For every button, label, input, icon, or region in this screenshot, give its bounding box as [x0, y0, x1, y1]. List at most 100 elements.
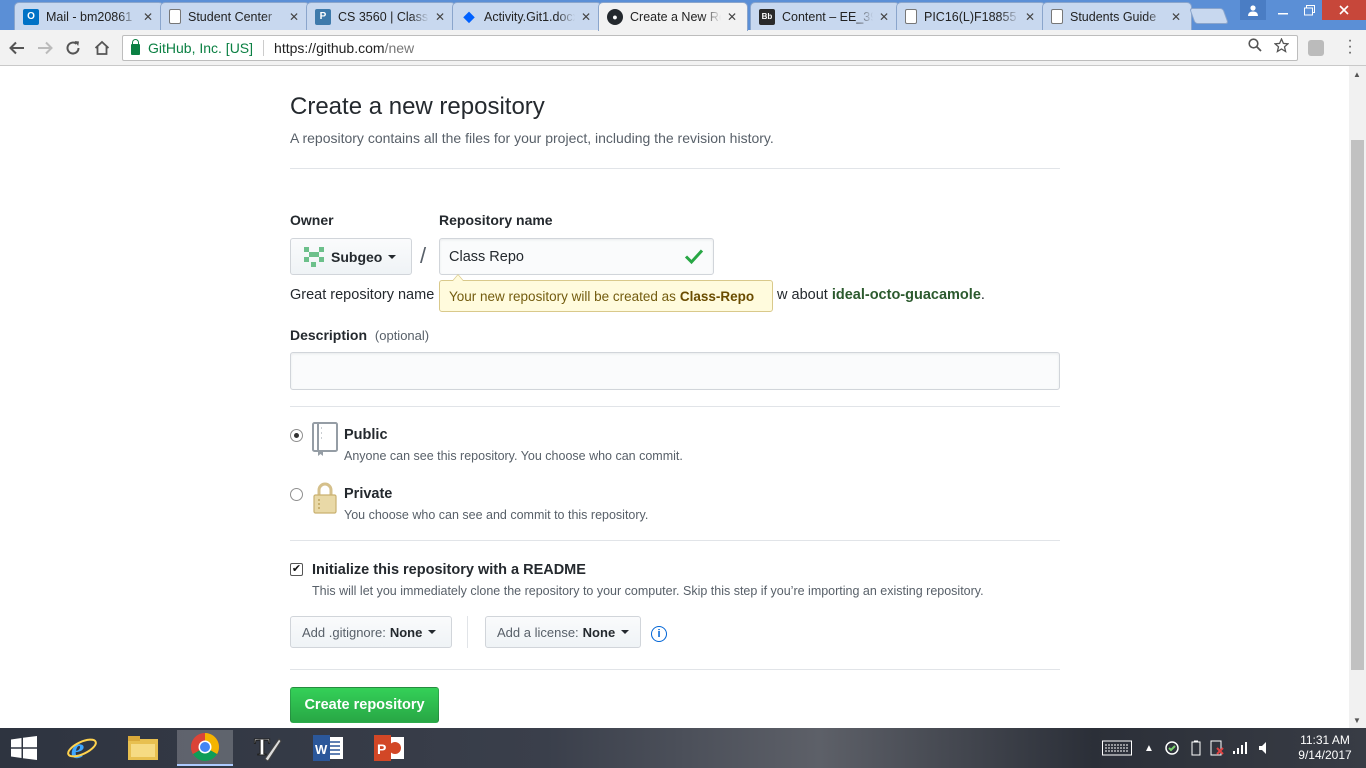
home-icon[interactable]	[91, 37, 113, 59]
file-explorer-icon[interactable]	[115, 730, 171, 766]
public-note: Anyone can see this repository. You choo…	[344, 449, 683, 463]
tab-title: Student Center	[188, 9, 273, 24]
extension-icon[interactable]	[1308, 40, 1324, 56]
gitignore-select-button[interactable]: Add .gitignore: None	[290, 616, 452, 648]
bookmark-star-icon[interactable]	[1273, 37, 1290, 58]
public-radio[interactable]	[290, 429, 303, 442]
gitignore-label: Add .gitignore:	[302, 624, 386, 640]
close-icon[interactable]: ✕	[141, 10, 155, 24]
browser-tab-strip: O Mail - bm20861 ✕ Student Center ✕ P CS…	[0, 0, 1366, 31]
zoom-icon[interactable]	[1248, 38, 1262, 58]
close-icon[interactable]: ✕	[579, 10, 593, 24]
network-signal-icon[interactable]	[1232, 741, 1250, 755]
tooltip-text: Your new repository will be created as	[449, 288, 676, 304]
close-icon[interactable]: ✕	[287, 10, 301, 24]
powerpoint-icon[interactable]: P	[361, 730, 417, 766]
suggestion-lead: w about	[777, 287, 832, 303]
svg-text:e: e	[71, 733, 84, 763]
owner-label: Owner	[290, 212, 334, 228]
caret-down-icon	[388, 254, 397, 259]
page-icon	[905, 9, 917, 24]
reload-icon[interactable]	[62, 37, 84, 59]
browser-tab-student-center[interactable]: Student Center ✕	[160, 2, 310, 30]
tab-title: Create a New Repository	[630, 10, 721, 24]
divider	[290, 669, 1060, 670]
description-input[interactable]	[290, 352, 1060, 390]
user-profile-icon[interactable]	[1240, 0, 1266, 20]
scroll-up-arrow-icon[interactable]: ▲	[1353, 70, 1361, 79]
suggestion-trail: .	[980, 287, 985, 303]
name-suggestion-text: Great repository name	[290, 287, 435, 303]
license-select-button[interactable]: Add a license: None	[485, 616, 641, 648]
address-bar[interactable]: GitHub, Inc. [US] https://github.com /ne…	[122, 35, 1298, 61]
private-note: You choose who can see and commit to thi…	[344, 508, 649, 522]
close-icon[interactable]: ✕	[725, 10, 739, 24]
tooltip-repo-name: Class-Repo	[679, 288, 755, 304]
owner-select-button[interactable]: Subgeo	[290, 238, 412, 275]
github-icon: ●	[607, 9, 623, 25]
suggested-name-link[interactable]: ideal-octo-guacamole	[832, 287, 981, 303]
private-radio[interactable]	[290, 488, 303, 501]
volume-icon[interactable]	[1258, 741, 1272, 755]
info-icon[interactable]: i	[651, 626, 667, 642]
scroll-down-arrow-icon[interactable]: ▼	[1353, 716, 1361, 725]
repository-name-input[interactable]	[439, 238, 714, 275]
chevron-up-icon[interactable]: ▲	[1144, 743, 1154, 754]
avatar	[304, 246, 324, 267]
repository-name-label: Repository name	[439, 212, 553, 228]
new-tab-button[interactable]	[1189, 8, 1229, 24]
optional-hint: (optional)	[374, 328, 430, 343]
browser-tab-pic16[interactable]: PIC16(L)F18855 ✕	[896, 2, 1046, 30]
piazza-icon: P	[315, 8, 331, 25]
clock-date: 9/14/2017	[1298, 748, 1352, 762]
taskbar-clock[interactable]: 11:31 AM 9/14/2017	[1290, 733, 1360, 763]
divider	[290, 168, 1060, 169]
notification-alert-icon[interactable]	[1210, 740, 1224, 756]
public-title: Public	[344, 427, 388, 443]
close-window-button[interactable]	[1322, 0, 1366, 20]
close-icon[interactable]: ✕	[877, 10, 891, 24]
close-icon[interactable]: ✕	[433, 10, 447, 24]
browser-tab-cs3560[interactable]: P CS 3560 | Class Participation ✕	[306, 2, 456, 30]
outlook-icon: O	[23, 8, 39, 25]
secure-origin-label: GitHub, Inc. [US]	[148, 40, 254, 56]
page-icon	[169, 9, 181, 24]
browser-tab-students-guide[interactable]: Students Guide ✕	[1042, 2, 1192, 30]
gitignore-value: None	[389, 624, 423, 640]
windows-taskbar: e T W P ▲ 11:31 AM 9/14/2017	[0, 728, 1366, 768]
restore-button[interactable]	[1296, 0, 1322, 20]
windows-start-icon[interactable]	[10, 736, 38, 760]
battery-icon[interactable]	[1190, 740, 1202, 756]
readme-checkbox[interactable]: ✔	[290, 563, 303, 576]
back-arrow-icon[interactable]	[6, 37, 28, 59]
tab-title: Content – EE_3980	[782, 9, 873, 24]
close-icon[interactable]: ✕	[1169, 10, 1183, 24]
page-scrollbar[interactable]: ▲ ▼	[1349, 66, 1366, 728]
typing-app-icon[interactable]: T	[239, 730, 295, 766]
forward-arrow-icon[interactable]	[34, 37, 56, 59]
sync-icon[interactable]	[1164, 740, 1180, 756]
chrome-menu-icon[interactable]: · · ·	[1344, 33, 1356, 61]
minimize-button[interactable]	[1270, 0, 1296, 20]
owner-value: Subgeo	[331, 248, 383, 265]
address-bar-actions	[1248, 37, 1290, 58]
url-host: https://github.com	[274, 40, 385, 56]
description-label: Description (optional)	[290, 327, 429, 343]
browser-tab-mail[interactable]: O Mail - bm20861 ✕	[14, 2, 164, 30]
scrollbar-thumb[interactable]	[1351, 140, 1364, 670]
close-icon[interactable]: ✕	[1023, 10, 1037, 24]
blackboard-icon: Bb	[759, 8, 775, 25]
browser-tab-activity-doc[interactable]: ◆ Activity.Git1.docx ✕	[452, 2, 602, 30]
browser-tab-github-new[interactable]: ● Create a New Repository ✕	[598, 2, 748, 31]
browser-tab-blackboard[interactable]: Bb Content – EE_3980 ✕	[750, 2, 900, 30]
word-icon[interactable]: W	[300, 730, 356, 766]
vertical-divider	[467, 616, 468, 648]
divider	[290, 406, 1060, 407]
tab-title: PIC16(L)F18855	[924, 9, 1017, 24]
chrome-icon[interactable]	[177, 730, 233, 766]
internet-explorer-icon[interactable]: e	[54, 730, 110, 766]
keyboard-icon[interactable]	[1102, 739, 1132, 757]
license-value: None	[582, 624, 616, 640]
create-repository-button[interactable]: Create repository	[290, 687, 439, 723]
tab-title: Mail - bm20861	[46, 9, 133, 24]
